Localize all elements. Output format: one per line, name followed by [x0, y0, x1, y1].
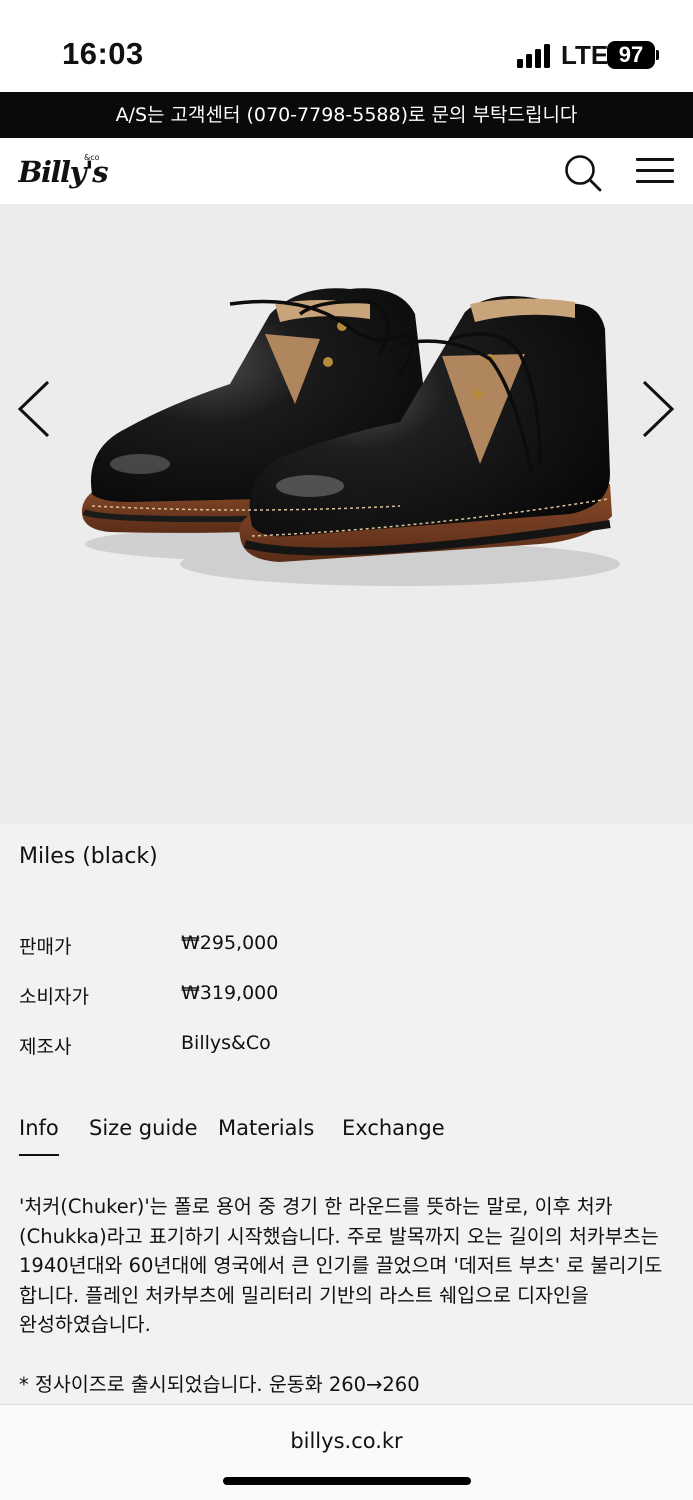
- manufacturer-value: Billys&Co: [181, 1032, 271, 1054]
- price-label: 판매가: [19, 936, 72, 958]
- network-type: LTE: [561, 40, 609, 70]
- site-header: Billy's &co: [0, 138, 693, 204]
- tab-materials[interactable]: Materials: [218, 1116, 314, 1140]
- product-image[interactable]: [70, 244, 630, 594]
- chevron-left-icon[interactable]: [12, 376, 56, 442]
- search-icon[interactable]: [560, 150, 604, 194]
- url-text[interactable]: billys.co.kr: [0, 1429, 693, 1453]
- retail-price-label: 소비자가: [19, 986, 89, 1008]
- status-time: 16:03: [62, 36, 144, 71]
- announcement-bar: A/S는 고객센터 (070-7798-5588)로 문의 부탁드립니다: [0, 92, 693, 138]
- tab-exchange[interactable]: Exchange: [342, 1116, 445, 1140]
- product-gallery: [0, 204, 693, 824]
- chevron-right-icon[interactable]: [636, 376, 680, 442]
- status-bar: 16:03 LTE 97: [0, 0, 693, 92]
- home-indicator[interactable]: [223, 1477, 471, 1485]
- battery-icon: 97: [607, 41, 655, 69]
- size-note: * 정사이즈로 출시되었습니다. 운동화 260→260: [19, 1373, 420, 1396]
- battery-tip: [656, 50, 659, 60]
- retail-price-value: ₩319,000: [181, 982, 279, 1004]
- product-name: Miles (black): [19, 844, 158, 869]
- brand-logo[interactable]: Billy's &co: [18, 148, 110, 192]
- signal-icon: [517, 44, 551, 68]
- manufacturer-label: 제조사: [19, 1036, 72, 1058]
- tab-info[interactable]: Info: [19, 1116, 59, 1156]
- price-value: ₩295,000: [181, 932, 279, 954]
- product-info: Miles (black) 판매가 ₩295,000 소비자가 ₩319,000…: [0, 824, 693, 1404]
- svg-text:&co: &co: [84, 153, 100, 162]
- menu-icon[interactable]: [632, 156, 678, 186]
- browser-url-bar[interactable]: billys.co.kr: [0, 1404, 693, 1500]
- tab-size-guide[interactable]: Size guide: [89, 1116, 198, 1140]
- product-description: '처커(Chuker)'는 폴로 용어 중 경기 한 라운드를 뜻하는 말로, …: [19, 1195, 663, 1336]
